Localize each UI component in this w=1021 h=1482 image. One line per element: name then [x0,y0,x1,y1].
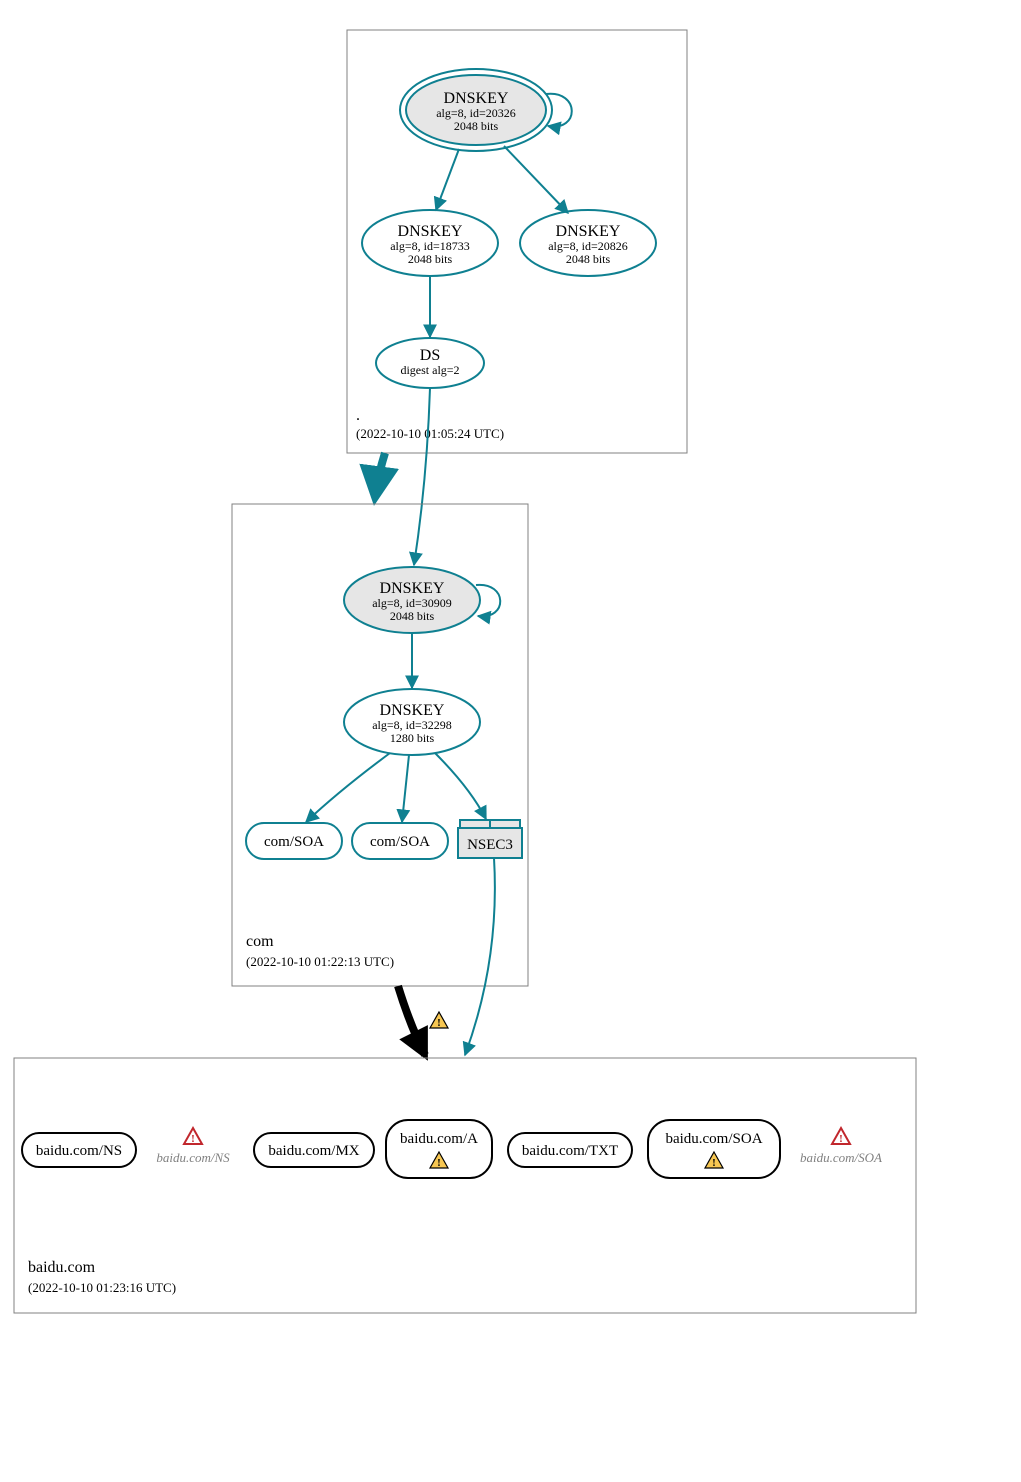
svg-text:DNSKEY: DNSKEY [380,702,445,719]
com-zsk-node: DNSKEY alg=8, id=32298 1280 bits [344,689,480,755]
edge-com-zsk-soa2 [402,755,409,822]
root-ksk-node: DNSKEY alg=8, id=20326 2048 bits [400,69,552,151]
svg-text:alg=8, id=32298: alg=8, id=32298 [372,718,452,732]
root-zsk2-node: DNSKEY alg=8, id=20826 2048 bits [520,210,656,276]
svg-text:!: ! [839,1133,843,1145]
svg-text:alg=8, id=18733: alg=8, id=18733 [390,239,470,253]
warning-icon: ! [430,1152,448,1169]
error-icon: ! [832,1128,850,1145]
com-zone-label: com [246,933,274,950]
svg-text:com/SOA: com/SOA [370,834,430,850]
edge-nsec3-to-baidu [465,858,495,1055]
root-ksk-line2: 2048 bits [454,119,499,133]
com-zone-ts: (2022-10-10 01:22:13 UTC) [246,954,394,969]
baidu-ns-node: baidu.com/NS [22,1133,136,1167]
svg-text:!: ! [712,1157,716,1169]
root-ksk-line1: alg=8, id=20326 [436,106,516,120]
root-ds-node: DS digest alg=2 [376,338,484,388]
svg-text:!: ! [437,1157,441,1169]
svg-text:2048 bits: 2048 bits [566,252,611,266]
baidu-zone-ts: (2022-10-10 01:23:16 UTC) [28,1280,176,1295]
edge-root-ksk-zsk1 [436,149,459,210]
com-zone: DNSKEY alg=8, id=30909 2048 bits DNSKEY … [232,504,528,986]
root-zsk1-node: DNSKEY alg=8, id=18733 2048 bits [362,210,498,276]
dnssec-diagram: DNSKEY alg=8, id=20326 2048 bits DNSKEY … [0,0,1021,1482]
svg-text:2048 bits: 2048 bits [408,252,453,266]
edge-com-zsk-nsec3 [435,753,486,819]
svg-text:DNSKEY: DNSKEY [556,223,621,240]
edge-root-to-com [375,453,385,498]
svg-text:2048 bits: 2048 bits [390,609,435,623]
root-zone-label: . [356,407,360,424]
svg-text:baidu.com/SOA: baidu.com/SOA [800,1150,882,1165]
svg-text:baidu.com/MX: baidu.com/MX [268,1143,359,1159]
baidu-soa-error: ! baidu.com/SOA [800,1128,882,1165]
baidu-a-node: baidu.com/A ! [386,1120,492,1178]
root-zone: DNSKEY alg=8, id=20326 2048 bits DNSKEY … [347,30,687,453]
edge-com-zsk-soa1 [306,753,390,822]
com-soa2-node: com/SOA [352,823,448,859]
error-icon: ! [184,1128,202,1145]
edge-com-to-baidu [398,986,425,1055]
svg-text:1280 bits: 1280 bits [390,731,435,745]
transition-warning-icon: ! [430,1012,448,1029]
svg-text:NSEC3: NSEC3 [467,837,513,853]
baidu-ns-error: ! baidu.com/NS [156,1128,230,1165]
root-zone-ts: (2022-10-10 01:05:24 UTC) [356,426,504,441]
root-ksk-title: DNSKEY [444,90,509,107]
com-nsec3-node: NSEC3 [458,820,522,858]
svg-text:!: ! [191,1133,195,1145]
svg-text:baidu.com/A: baidu.com/A [400,1131,478,1147]
svg-text:baidu.com/TXT: baidu.com/TXT [522,1143,618,1159]
baidu-soa-node: baidu.com/SOA ! [648,1120,780,1178]
svg-text:DNSKEY: DNSKEY [380,580,445,597]
baidu-zone: baidu.com/NS ! baidu.com/NS baidu.com/MX… [14,1058,916,1313]
svg-text:digest alg=2: digest alg=2 [400,363,459,377]
svg-text:alg=8, id=20826: alg=8, id=20826 [548,239,628,253]
baidu-txt-node: baidu.com/TXT [508,1133,632,1167]
com-ksk-node: DNSKEY alg=8, id=30909 2048 bits [344,567,480,633]
svg-text:com/SOA: com/SOA [264,834,324,850]
com-soa1-node: com/SOA [246,823,342,859]
edge-root-ksk-zsk2 [504,146,568,213]
svg-text:baidu.com/NS: baidu.com/NS [36,1143,122,1159]
warning-icon: ! [705,1152,723,1169]
svg-text:alg=8, id=30909: alg=8, id=30909 [372,596,452,610]
edge-ds-to-com-ksk [414,388,430,565]
svg-text:DNSKEY: DNSKEY [398,223,463,240]
baidu-zone-label: baidu.com [28,1259,96,1276]
svg-text:baidu.com/SOA: baidu.com/SOA [665,1131,762,1147]
svg-text:DS: DS [420,347,440,364]
svg-text:!: ! [437,1017,441,1029]
baidu-mx-node: baidu.com/MX [254,1133,374,1167]
svg-text:baidu.com/NS: baidu.com/NS [156,1150,230,1165]
